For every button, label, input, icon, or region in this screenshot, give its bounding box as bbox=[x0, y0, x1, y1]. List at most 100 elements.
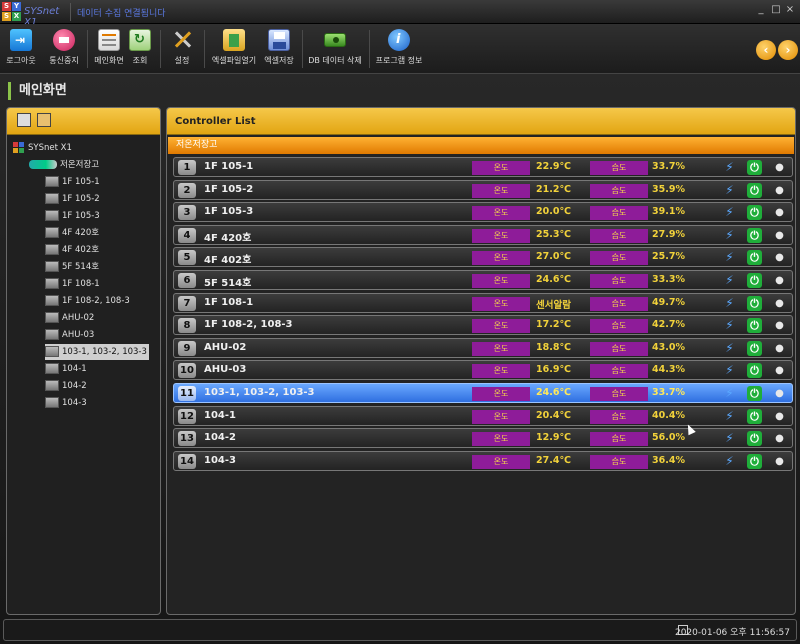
status-bar: 2020-01-06 오후 11:56:57 bbox=[3, 619, 797, 641]
tree-item[interactable]: AHU-03 bbox=[45, 327, 94, 343]
tree-item[interactable]: 1F 108-1 bbox=[45, 276, 100, 292]
power-icon[interactable]: ⏻ bbox=[747, 295, 762, 311]
person-icon[interactable]: ● bbox=[772, 250, 787, 265]
person-icon[interactable]: ● bbox=[772, 409, 787, 424]
power-icon[interactable]: ⏻ bbox=[747, 408, 762, 424]
plug-icon[interactable]: ⚡ bbox=[722, 296, 737, 311]
tree-item[interactable]: 103-1, 103-2, 103-3 bbox=[45, 344, 149, 360]
controller-row[interactable]: 5 4F 402호 온도 27.0℃ 습도 25.7% ⚡ ⏻ ● bbox=[173, 247, 793, 268]
controller-row[interactable]: 13 104-2 온도 12.9℃ 습도 56.0% ⚡ ⏻ ● bbox=[173, 428, 793, 449]
controller-row[interactable]: 7 1F 108-1 온도 센서알람 습도 49.7% ⚡ ⏻ ● bbox=[173, 292, 793, 313]
power-icon[interactable]: ⏻ bbox=[747, 160, 762, 175]
person-icon[interactable]: ● bbox=[772, 431, 787, 446]
plug-icon[interactable]: ⚡ bbox=[722, 363, 737, 378]
humidity-value: 49.7% bbox=[652, 296, 685, 308]
controller-row[interactable]: 6 5F 514호 온도 24.6℃ 습도 33.3% ⚡ ⏻ ● bbox=[173, 270, 793, 290]
power-icon[interactable]: ⏻ bbox=[747, 386, 762, 401]
tree-item[interactable]: 104-3 bbox=[45, 395, 87, 411]
controller-row[interactable]: 12 104-1 온도 20.4℃ 습도 40.4% ⚡ ⏻ ● bbox=[173, 405, 793, 426]
tree-item[interactable]: 104-2 bbox=[45, 378, 87, 394]
person-icon[interactable]: ● bbox=[772, 228, 787, 243]
back-arrow-icon[interactable]: ‹ bbox=[756, 40, 776, 60]
tree-item[interactable]: 1F 105-1 bbox=[45, 174, 100, 190]
tree-root[interactable]: SYSnet X1 bbox=[13, 140, 72, 156]
plug-icon[interactable]: ⚡ bbox=[722, 409, 737, 424]
person-icon[interactable]: ● bbox=[772, 205, 787, 220]
title-divider bbox=[70, 3, 71, 21]
power-icon[interactable]: ⏻ bbox=[747, 431, 762, 447]
stop-comm-button[interactable]: 통신중지 bbox=[46, 29, 82, 71]
toolbar-divider bbox=[160, 30, 161, 68]
person-icon[interactable]: ● bbox=[772, 454, 787, 469]
plug-icon[interactable]: ⚡ bbox=[722, 318, 737, 333]
app-logo: S Y S X SYSnet X1 bbox=[2, 2, 70, 28]
controller-row[interactable]: 4 4F 420호 온도 25.3℃ 습도 27.9% ⚡ ⏻ ● bbox=[173, 224, 793, 245]
humidity-label-badge: 습도 bbox=[590, 387, 648, 401]
plug-icon[interactable]: ⚡ bbox=[722, 205, 737, 220]
tree-item[interactable]: 5F 514호 bbox=[45, 259, 99, 275]
power-icon[interactable]: ⏻ bbox=[747, 205, 762, 221]
power-icon[interactable]: ⏻ bbox=[747, 453, 762, 469]
tree-item[interactable]: 1F 105-3 bbox=[45, 208, 100, 224]
controller-row[interactable]: 9 AHU-02 온도 18.8℃ 습도 43.0% ⚡ ⏻ ● bbox=[173, 337, 793, 358]
plug-icon[interactable]: ⚡ bbox=[722, 250, 737, 265]
close-button[interactable]: × bbox=[784, 4, 796, 15]
tree-item[interactable]: 4F 420호 bbox=[45, 225, 99, 241]
controller-row[interactable]: 8 1F 108-2, 108-3 온도 17.2℃ 습도 42.7% ⚡ ⏻ ● bbox=[173, 315, 793, 336]
db-delete-button[interactable]: DB 데이터 삭제 bbox=[306, 29, 364, 71]
settings-button[interactable]: 설정 bbox=[167, 29, 197, 71]
controller-group-header[interactable]: 저온저장고 bbox=[168, 137, 794, 154]
controller-row[interactable]: 1 1F 105-1 온도 22.9℃ 습도 33.7% ⚡ ⏻ ● bbox=[173, 157, 793, 177]
controller-row[interactable]: 3 1F 105-3 온도 20.0℃ 습도 39.1% ⚡ ⏻ ● bbox=[173, 202, 793, 223]
tree-item[interactable]: 4F 402호 bbox=[45, 242, 99, 258]
plug-icon[interactable]: ⚡ bbox=[722, 273, 737, 288]
controller-row[interactable]: 11 103-1, 103-2, 103-3 온도 24.6℃ 습도 33.7% ⚡ ⏻ ● bbox=[173, 383, 793, 403]
search-button[interactable]: ↻ 조회 bbox=[128, 29, 152, 71]
power-icon[interactable]: ⏻ bbox=[747, 250, 762, 266]
tree-item[interactable]: 1F 108-2, 108-3 bbox=[45, 293, 130, 309]
main-screen-button[interactable]: 메인화면 bbox=[92, 29, 126, 71]
status-datetime: 2020-01-06 오후 11:56:57 bbox=[674, 628, 790, 638]
plug-icon[interactable]: ⚡ bbox=[722, 454, 737, 469]
person-icon[interactable]: ● bbox=[772, 363, 787, 378]
person-icon[interactable]: ● bbox=[772, 296, 787, 311]
person-icon[interactable]: ● bbox=[772, 318, 787, 333]
power-icon[interactable]: ⏻ bbox=[747, 182, 762, 198]
tree-item-label: 5F 514호 bbox=[62, 262, 100, 272]
plug-icon[interactable]: ⚡ bbox=[722, 228, 737, 243]
person-icon[interactable]: ● bbox=[772, 386, 787, 401]
controller-row[interactable]: 14 104-3 온도 27.4℃ 습도 36.4% ⚡ ⏻ ● bbox=[173, 450, 793, 471]
humidity-label-badge: 습도 bbox=[590, 319, 648, 334]
person-icon[interactable]: ● bbox=[772, 183, 787, 198]
logout-button[interactable]: ⇥ 로그아웃 bbox=[4, 29, 38, 71]
plug-icon[interactable]: ⚡ bbox=[722, 183, 737, 198]
person-icon[interactable]: ● bbox=[772, 341, 787, 356]
plug-icon[interactable]: ⚡ bbox=[722, 341, 737, 356]
controller-row[interactable]: 2 1F 105-2 온도 21.2℃ 습도 35.9% ⚡ ⏻ ● bbox=[173, 179, 793, 200]
power-icon[interactable]: ⏻ bbox=[747, 340, 762, 356]
person-icon[interactable]: ● bbox=[772, 160, 787, 175]
power-icon[interactable]: ⏻ bbox=[747, 318, 762, 334]
tree-item[interactable]: 104-1 bbox=[45, 361, 87, 377]
power-icon[interactable]: ⏻ bbox=[747, 363, 762, 379]
minimize-button[interactable]: _ bbox=[755, 4, 767, 15]
temperature-value: 17.2℃ bbox=[536, 319, 571, 331]
person-icon[interactable]: ● bbox=[772, 273, 787, 288]
program-info-button[interactable]: i 프로그램 정보 bbox=[373, 29, 425, 71]
controller-row[interactable]: 10 AHU-03 온도 16.9℃ 습도 44.3% ⚡ ⏻ ● bbox=[173, 360, 793, 381]
power-icon[interactable]: ⏻ bbox=[747, 227, 762, 243]
excel-save-button[interactable]: 엑셀저장 bbox=[262, 29, 296, 71]
tree-group[interactable]: 저온저장고 bbox=[29, 157, 99, 173]
maximize-button[interactable]: □ bbox=[770, 4, 782, 15]
power-icon[interactable]: ⏻ bbox=[747, 273, 762, 288]
plug-icon[interactable]: ⚡ bbox=[722, 160, 737, 175]
plug-icon[interactable]: ⚡ bbox=[722, 386, 737, 401]
excel-open-button[interactable]: 엑셀파일열기 bbox=[209, 29, 259, 71]
tree-folder-icon[interactable] bbox=[37, 113, 51, 127]
tree-view-icon[interactable] bbox=[17, 113, 31, 127]
tree-item[interactable]: AHU-02 bbox=[45, 310, 94, 326]
tree-item[interactable]: 1F 105-2 bbox=[45, 191, 100, 207]
row-number: 1 bbox=[178, 160, 196, 175]
plug-icon[interactable]: ⚡ bbox=[722, 431, 737, 446]
forward-arrow-icon[interactable]: › bbox=[778, 40, 798, 60]
